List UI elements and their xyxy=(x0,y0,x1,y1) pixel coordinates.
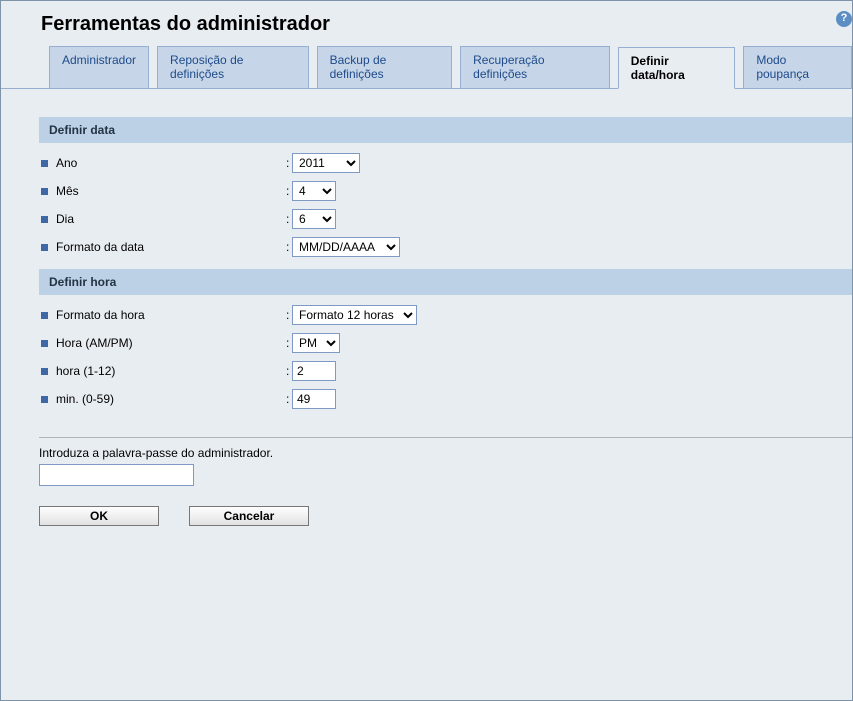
tab-administrador[interactable]: Administrador xyxy=(49,46,149,88)
hour-input[interactable] xyxy=(292,361,336,381)
row-minute: min. (0-59) : xyxy=(39,385,852,413)
row-ampm: Hora (AM/PM) : PM xyxy=(39,329,852,357)
password-section: Introduza a palavra-passe do administrad… xyxy=(39,413,852,526)
content-area: Definir data Ano : 2011 Mês : 4 Dia : 6 … xyxy=(1,89,852,526)
bullet-icon xyxy=(41,244,48,251)
password-input[interactable] xyxy=(39,464,194,486)
minute-label: min. (0-59) xyxy=(56,392,286,406)
help-icon[interactable]: ? xyxy=(836,11,852,27)
tab-definir-data-hora[interactable]: Definir data/hora xyxy=(618,47,736,89)
bullet-icon xyxy=(41,340,48,347)
page-title: Ferramentas do administrador xyxy=(1,1,852,46)
ampm-select[interactable]: PM xyxy=(292,333,340,353)
tab-backup-definicoes[interactable]: Backup de definições xyxy=(317,46,453,88)
tab-reposicao-definicoes[interactable]: Reposição de definições xyxy=(157,46,309,88)
tab-recuperacao-definicoes[interactable]: Recuperação definições xyxy=(460,46,610,88)
time-section-header: Definir hora xyxy=(39,269,852,295)
time-format-select[interactable]: Formato 12 horas xyxy=(292,305,417,325)
bullet-icon xyxy=(41,396,48,403)
hour-label: hora (1-12) xyxy=(56,364,286,378)
password-label: Introduza a palavra-passe do administrad… xyxy=(39,438,852,464)
bullet-icon xyxy=(41,312,48,319)
bullet-icon xyxy=(41,368,48,375)
button-row: OK Cancelar xyxy=(39,486,852,526)
year-select[interactable]: 2011 xyxy=(292,153,360,173)
ampm-label: Hora (AM/PM) xyxy=(56,336,286,350)
row-hour: hora (1-12) : xyxy=(39,357,852,385)
row-time-format: Formato da hora : Formato 12 horas xyxy=(39,301,852,329)
bullet-icon xyxy=(41,188,48,195)
row-date-format: Formato da data : MM/DD/AAAA xyxy=(39,233,852,261)
bullet-icon xyxy=(41,160,48,167)
date-format-select[interactable]: MM/DD/AAAA xyxy=(292,237,400,257)
admin-tools-window: Ferramentas do administrador ? Administr… xyxy=(0,0,853,701)
date-section-header: Definir data xyxy=(39,117,852,143)
month-label: Mês xyxy=(56,184,286,198)
day-select[interactable]: 6 xyxy=(292,209,336,229)
row-month: Mês : 4 xyxy=(39,177,852,205)
row-day: Dia : 6 xyxy=(39,205,852,233)
tab-modo-poupanca[interactable]: Modo poupança xyxy=(743,46,852,88)
cancel-button[interactable]: Cancelar xyxy=(189,506,309,526)
minute-input[interactable] xyxy=(292,389,336,409)
bullet-icon xyxy=(41,216,48,223)
date-format-label: Formato da data xyxy=(56,240,286,254)
tabs-bar: Administrador Reposição de definições Ba… xyxy=(1,46,852,89)
year-label: Ano xyxy=(56,156,286,170)
ok-button[interactable]: OK xyxy=(39,506,159,526)
row-year: Ano : 2011 xyxy=(39,149,852,177)
month-select[interactable]: 4 xyxy=(292,181,336,201)
day-label: Dia xyxy=(56,212,286,226)
time-format-label: Formato da hora xyxy=(56,308,286,322)
